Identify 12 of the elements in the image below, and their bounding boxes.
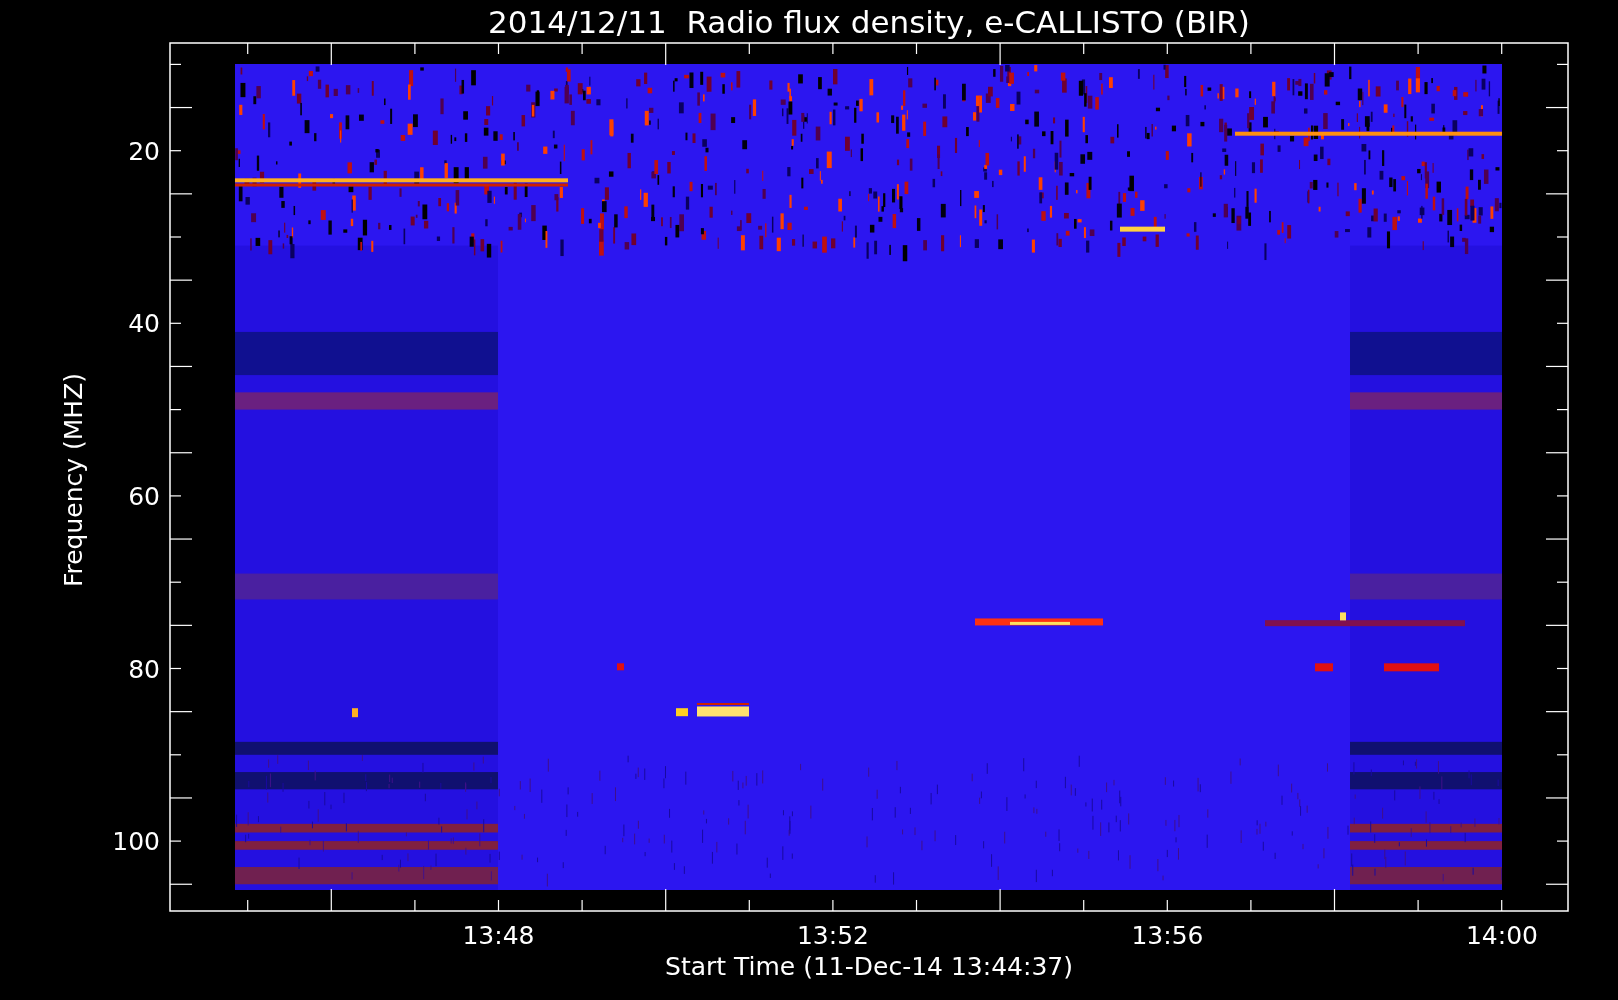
- x-axis-title: Start Time (11-Dec-14 13:44:37): [665, 952, 1073, 981]
- y-axis-title: Frequency (MHZ): [59, 372, 88, 588]
- y-tick-label: 80: [128, 654, 160, 684]
- chart-title: 2014/12/11 Radio flux density, e-CALLISTO (BIR): [488, 4, 1250, 40]
- x-tick-label: 14:00: [1466, 921, 1538, 950]
- y-tick-label: 40: [128, 309, 160, 339]
- x-tick-label: 13:56: [1131, 921, 1204, 950]
- x-tick-label: 13:48: [462, 921, 535, 950]
- y-tick-label: 60: [128, 481, 160, 511]
- x-tick-label: 13:52: [797, 921, 869, 950]
- y-tick-label: 100: [112, 827, 160, 857]
- y-tick-label: 20: [128, 136, 160, 166]
